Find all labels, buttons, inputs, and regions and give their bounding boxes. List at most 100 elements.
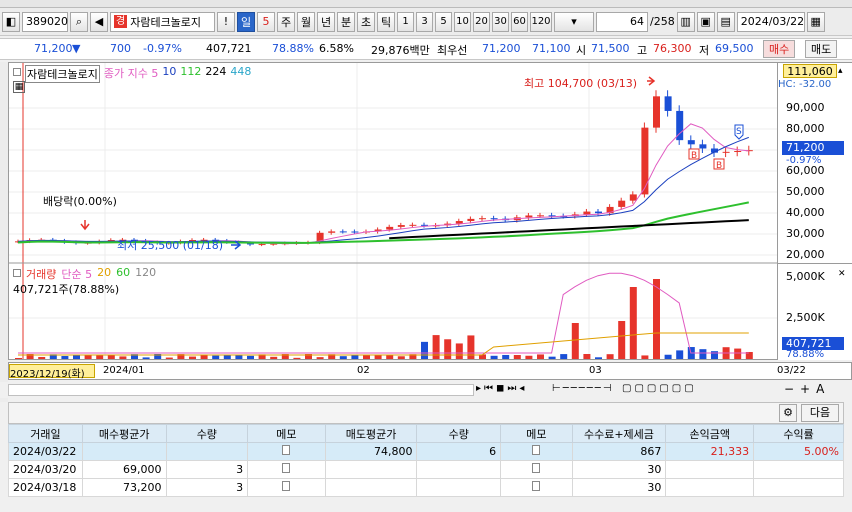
zoom-controls-icons[interactable]: −+A xyxy=(784,382,830,396)
table-row[interactable]: 2024/03/22 74,800 6 867 21,333 5.00% xyxy=(8,442,844,461)
period-second-button[interactable]: 초 xyxy=(357,11,375,32)
price-chart[interactable]: B B S 자람테크놀로지 종가 지수 5 10 112 224 448 ▦ 최… xyxy=(8,62,778,360)
current-volume-pct: 78.88% xyxy=(786,349,825,360)
high-arrow-icon xyxy=(647,76,656,86)
chart-type-icon[interactable]: ▥ xyxy=(676,11,695,32)
cell-buy-memo[interactable] xyxy=(247,442,326,461)
memo-icon[interactable] xyxy=(532,445,541,455)
volume-bar xyxy=(490,355,498,359)
cell-sell-memo[interactable] xyxy=(500,478,573,497)
candle-body xyxy=(351,231,359,233)
cell-buy-qty: 3 xyxy=(165,460,249,479)
col-header: 메모 xyxy=(500,424,573,443)
trade-toolbar: ⚙ 다음 xyxy=(8,402,844,424)
volume-bar xyxy=(235,354,243,359)
volume-bar xyxy=(641,355,649,359)
chart-scrollbar[interactable]: ▸⏮◼⏭◂ ⊢─────⊣ ▢▢▢▢▢▢ −+A xyxy=(0,382,852,398)
cell-buy-memo[interactable] xyxy=(247,478,326,497)
volume-bar xyxy=(247,355,254,359)
period-num-select[interactable]: 5 xyxy=(257,11,275,32)
period-day-button[interactable]: 일 xyxy=(237,11,255,32)
period-month-button[interactable]: 월 xyxy=(297,11,315,32)
legend-ma448: 448 xyxy=(230,65,252,78)
scroll-track[interactable] xyxy=(8,384,474,396)
stock-code-text: 389020 xyxy=(26,15,68,28)
grid-icon[interactable]: ▦ xyxy=(13,81,25,93)
period-minute-button[interactable]: 분 xyxy=(337,11,355,32)
cell-sell-memo[interactable] xyxy=(500,442,573,461)
x-tick-last: 03/22 xyxy=(777,365,806,376)
interval-60-button[interactable]: 60 xyxy=(511,11,528,32)
interval-1-button[interactable]: 1 xyxy=(397,11,414,32)
volume-bar xyxy=(444,339,452,359)
memo-icon[interactable] xyxy=(532,463,541,473)
drawing-tools-icons[interactable]: ▢▢▢▢▢▢ xyxy=(622,383,697,394)
vol-ma20-line xyxy=(18,332,749,356)
zoom-slider[interactable]: ⊢─────⊣ xyxy=(552,383,614,394)
volume-bar xyxy=(165,357,173,359)
sell-button[interactable]: 매도 xyxy=(805,40,838,58)
gear-icon[interactable]: ⚙ xyxy=(779,404,797,422)
count-field[interactable]: 64 xyxy=(596,11,648,32)
cell-buy-memo[interactable] xyxy=(247,460,326,479)
settings-icon[interactable]: ▤ xyxy=(716,11,735,32)
stock-name-field[interactable]: 경 자람테크놀로지 xyxy=(110,11,215,32)
memo-icon[interactable] xyxy=(282,445,291,455)
layout-icon[interactable]: ◧ xyxy=(2,11,20,32)
candle-body xyxy=(386,226,394,230)
memo-icon[interactable] xyxy=(282,463,291,473)
interval-dropdown[interactable]: ▾ xyxy=(554,11,594,32)
volume-bar xyxy=(363,355,370,359)
cell-sell-memo[interactable] xyxy=(500,460,573,479)
memo-icon[interactable] xyxy=(282,481,291,491)
period-year-button[interactable]: 년 xyxy=(317,11,335,32)
calendar-icon[interactable]: ▦ xyxy=(806,11,825,32)
period-label: 월 xyxy=(300,15,312,29)
table-row[interactable]: 2024/03/20 69,000 3 30 xyxy=(8,460,844,479)
stock-code-input[interactable]: 389020 xyxy=(22,11,68,32)
period-label: 년 xyxy=(320,15,332,29)
speaker-icon[interactable]: ◀ xyxy=(90,11,108,32)
bid-price-2: 71,100 xyxy=(532,42,571,55)
interval-10-button[interactable]: 10 xyxy=(454,11,471,32)
memo-icon[interactable] xyxy=(532,481,541,491)
trade-amount: 29,876백만 xyxy=(371,44,430,57)
search-icon[interactable]: ⌕ xyxy=(70,11,88,32)
buy-button[interactable]: 매수 xyxy=(763,40,796,58)
interval-120-button[interactable]: 120 xyxy=(530,11,552,32)
interval-30-button[interactable]: 30 xyxy=(492,11,509,32)
volume-bar xyxy=(711,351,718,359)
axis-expand-icon[interactable]: ▴ xyxy=(838,66,843,76)
interval-label: 1 xyxy=(402,16,409,27)
date-field[interactable]: 2024/03/22 xyxy=(736,11,805,32)
hc-label: HC: -32.00 xyxy=(778,79,832,90)
volume-bar xyxy=(339,356,347,359)
y-tick: 30,000 xyxy=(786,227,825,240)
table-row[interactable]: 2024/03/18 73,200 3 30 xyxy=(8,478,844,497)
volume-bar xyxy=(548,356,556,359)
interval-20-button[interactable]: 20 xyxy=(473,11,490,32)
legend-stock: 자람테크놀로지 xyxy=(25,65,100,83)
period-week-button[interactable]: 주 xyxy=(277,11,295,32)
next-button[interactable]: 다음 xyxy=(801,404,839,422)
interval-5-button[interactable]: 5 xyxy=(435,11,452,32)
scroll-nav-icons[interactable]: ▸⏮◼⏭◂ xyxy=(476,383,527,394)
col-header: 수익률 xyxy=(753,424,844,443)
cell-buy-qty: 3 xyxy=(165,478,249,497)
alert-button[interactable]: ! xyxy=(217,11,235,32)
x-tick: 2024/01 xyxy=(103,365,145,376)
period-tick-button[interactable]: 틱 xyxy=(377,11,395,32)
volume-bar xyxy=(537,354,544,359)
period-label: 주 xyxy=(280,15,292,29)
save-icon[interactable]: ▣ xyxy=(696,11,715,32)
buy-marker-text: B xyxy=(716,161,722,171)
low-label: 저 xyxy=(699,44,710,57)
volume-bar xyxy=(38,356,46,359)
candle-body xyxy=(722,151,730,153)
buy-marker-text: B xyxy=(691,151,697,161)
volume-ratio: 78.88% xyxy=(272,42,314,55)
interval-3-button[interactable]: 3 xyxy=(416,11,433,32)
candle-body xyxy=(479,218,486,220)
close-pane-icon[interactable]: ✕ xyxy=(838,269,846,279)
interval-label: 10 xyxy=(456,16,469,27)
